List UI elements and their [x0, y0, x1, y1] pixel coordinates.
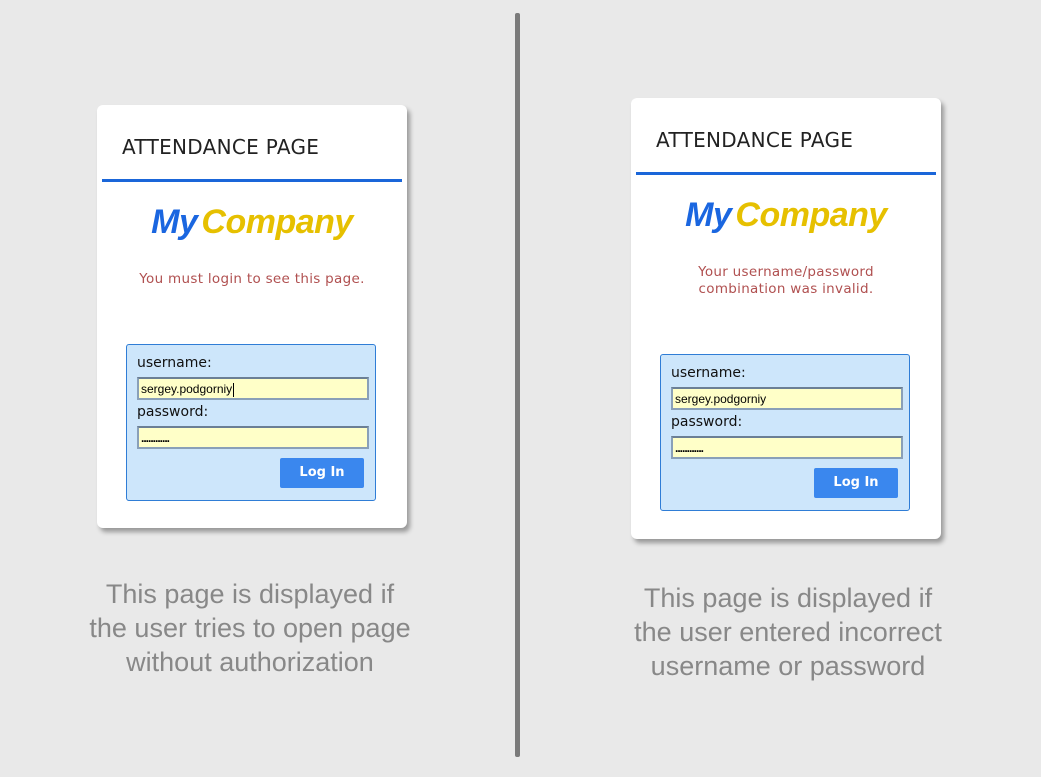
password-value: ............	[141, 431, 170, 445]
login-button[interactable]: Log In	[280, 458, 364, 488]
company-logo: My Company	[631, 196, 941, 235]
username-value: sergey.podgorniy	[675, 392, 767, 406]
username-input[interactable]: sergey.podgorniy	[137, 377, 369, 400]
message-line: Your username/password	[698, 264, 874, 280]
logo-company-text: Company	[201, 203, 353, 241]
caption-invalid-credentials: This page is displayed if the user enter…	[588, 581, 988, 683]
page-title: ATTENDANCE PAGE	[122, 135, 320, 159]
username-label: username:	[137, 355, 212, 371]
caption-line: This page is displayed if	[643, 583, 933, 613]
password-value: ............	[675, 441, 704, 455]
username-input[interactable]: sergey.podgorniy	[671, 387, 903, 410]
caption-line: This page is displayed if	[105, 579, 395, 609]
logo-my-text: My	[685, 196, 732, 234]
panel-divider	[515, 13, 520, 757]
company-logo: My Company	[97, 203, 407, 242]
login-card-unauthorized: ATTENDANCE PAGE My Company You must login…	[97, 105, 407, 528]
password-input[interactable]: ............	[671, 436, 903, 459]
logo-my-text: My	[151, 203, 198, 241]
page-title: ATTENDANCE PAGE	[656, 128, 854, 152]
title-underline	[636, 172, 936, 175]
logo-company-text: Company	[735, 196, 887, 234]
caption-unauthorized: This page is displayed if the user tries…	[50, 577, 450, 679]
login-form: username: sergey.podgorniy password: ...…	[126, 344, 376, 501]
password-input[interactable]: ............	[137, 426, 369, 449]
caption-line: username or password	[650, 651, 926, 681]
username-value: sergey.podgorniy	[141, 382, 233, 396]
caption-line: without authorization	[126, 647, 374, 677]
message-line: combination was invalid.	[698, 281, 874, 297]
text-cursor	[233, 382, 235, 397]
login-button[interactable]: Log In	[814, 468, 898, 498]
caption-line: the user entered incorrect	[634, 617, 942, 647]
login-card-invalid: ATTENDANCE PAGE My Company Your username/…	[631, 98, 941, 539]
login-form: username: sergey.podgorniy password: ...…	[660, 354, 910, 511]
password-label: password:	[671, 414, 743, 430]
caption-line: the user tries to open page	[89, 613, 411, 643]
password-label: password:	[137, 404, 209, 420]
login-required-message: You must login to see this page.	[139, 271, 365, 287]
title-underline	[102, 179, 402, 182]
username-label: username:	[671, 365, 746, 381]
invalid-login-message: Your username/password combination was i…	[631, 264, 941, 298]
